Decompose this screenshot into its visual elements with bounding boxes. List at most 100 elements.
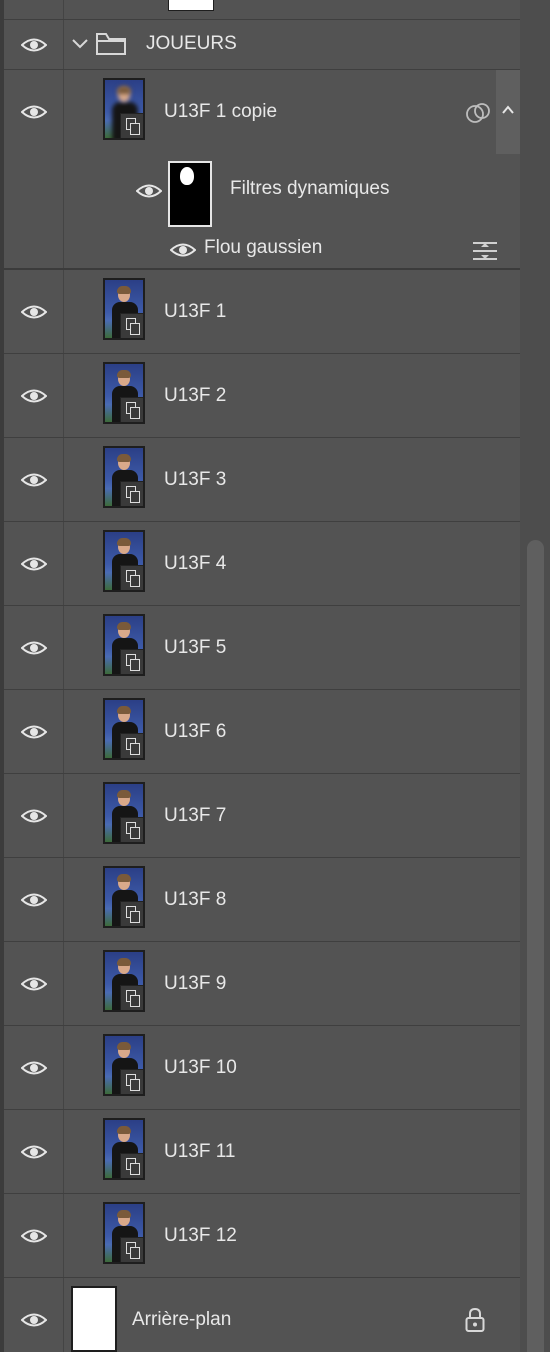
eye-icon[interactable] bbox=[21, 892, 47, 908]
visibility-column bbox=[4, 354, 64, 437]
filter-mask-thumbnail[interactable] bbox=[168, 161, 212, 227]
eye-icon[interactable] bbox=[21, 1144, 47, 1160]
eye-icon[interactable] bbox=[170, 242, 196, 258]
layer-thumbnail bbox=[103, 614, 145, 676]
smart-object-icon bbox=[120, 1237, 143, 1262]
eye-icon[interactable] bbox=[21, 556, 47, 572]
visibility-column bbox=[4, 522, 64, 605]
smart-object-icon bbox=[120, 313, 143, 338]
layer-thumbnail bbox=[103, 446, 145, 508]
visibility-column bbox=[4, 70, 64, 268]
layer-name: U13F 3 bbox=[164, 469, 227, 490]
visibility-column bbox=[4, 858, 64, 941]
visibility-column bbox=[4, 942, 64, 1025]
layer-row[interactable]: U13F 6 bbox=[4, 690, 520, 774]
layer-thumbnail bbox=[103, 1118, 145, 1180]
filter-name[interactable]: Flou gaussien bbox=[204, 237, 322, 259]
layer-thumbnail-partial bbox=[168, 0, 214, 11]
layers-panel: JOUEURS U13F 1 copie Filtres dynamiques … bbox=[0, 0, 520, 1352]
layer-name: U13F 8 bbox=[164, 889, 227, 910]
eye-icon[interactable] bbox=[21, 1060, 47, 1076]
eye-icon[interactable] bbox=[21, 104, 47, 120]
lock-icon[interactable] bbox=[465, 1308, 485, 1332]
filter-blending-options-icon[interactable] bbox=[472, 240, 498, 262]
smart-object-icon bbox=[120, 1153, 143, 1178]
layer-row-background[interactable]: Arrière-plan bbox=[4, 1278, 520, 1352]
visibility-column bbox=[4, 1194, 64, 1277]
visibility-column bbox=[4, 774, 64, 857]
layer-row[interactable]: U13F 8 bbox=[4, 858, 520, 942]
chevron-down-icon[interactable] bbox=[70, 36, 90, 52]
eye-icon[interactable] bbox=[21, 37, 47, 53]
layer-row[interactable]: U13F 9 bbox=[4, 942, 520, 1026]
visibility-column bbox=[4, 1278, 64, 1352]
eye-icon[interactable] bbox=[136, 183, 162, 199]
layer-row-smart-copy[interactable]: U13F 1 copie Filtres dynamiques Flou gau… bbox=[4, 70, 520, 270]
visibility-column bbox=[4, 606, 64, 689]
layer-name: U13F 12 bbox=[164, 1225, 237, 1246]
layer-row[interactable]: U13F 12 bbox=[4, 1194, 520, 1278]
layer-name: U13F 10 bbox=[164, 1057, 237, 1078]
eye-icon[interactable] bbox=[21, 304, 47, 320]
linked-circles-icon[interactable] bbox=[466, 102, 492, 124]
smart-object-icon bbox=[120, 733, 143, 758]
layer-row[interactable]: U13F 10 bbox=[4, 1026, 520, 1110]
scrollbar-thumb[interactable] bbox=[527, 540, 544, 1352]
smart-object-icon bbox=[120, 397, 143, 422]
folder-icon bbox=[96, 33, 126, 55]
visibility-column bbox=[4, 20, 64, 69]
visibility-column bbox=[4, 438, 64, 521]
layer-name: U13F 4 bbox=[164, 553, 227, 574]
eye-icon[interactable] bbox=[21, 640, 47, 656]
chevron-up-icon[interactable] bbox=[501, 104, 515, 116]
eye-icon[interactable] bbox=[21, 388, 47, 404]
smart-object-icon bbox=[120, 901, 143, 926]
smart-filters-label: Filtres dynamiques bbox=[230, 178, 390, 199]
eye-icon[interactable] bbox=[21, 1228, 47, 1244]
layer-row[interactable]: U13F 7 bbox=[4, 774, 520, 858]
visibility-column bbox=[4, 690, 64, 773]
layer-name: U13F 9 bbox=[164, 973, 227, 994]
visibility-column bbox=[4, 0, 64, 19]
effects-toggle[interactable] bbox=[496, 70, 520, 154]
visibility-column bbox=[4, 270, 64, 353]
eye-icon[interactable] bbox=[21, 1312, 47, 1328]
layer-name: U13F 5 bbox=[164, 637, 227, 658]
layer-thumbnail bbox=[103, 78, 145, 140]
layer-name: U13F 11 bbox=[164, 1141, 236, 1162]
smart-object-icon bbox=[120, 1069, 143, 1094]
layer-thumbnail bbox=[103, 782, 145, 844]
layer-row[interactable]: U13F 2 bbox=[4, 354, 520, 438]
smart-object-icon bbox=[120, 565, 143, 590]
layer-thumbnail bbox=[103, 866, 145, 928]
layer-name: U13F 1 copie bbox=[164, 101, 278, 122]
smart-object-icon bbox=[120, 481, 143, 506]
eye-icon[interactable] bbox=[21, 724, 47, 740]
visibility-column bbox=[4, 1110, 64, 1193]
layer-name: U13F 6 bbox=[164, 721, 227, 742]
group-row-joueurs[interactable]: JOUEURS bbox=[4, 20, 520, 70]
layer-thumbnail bbox=[103, 530, 145, 592]
layer-name: U13F 7 bbox=[164, 805, 227, 826]
layer-row[interactable]: U13F 5 bbox=[4, 606, 520, 690]
layer-row[interactable]: U13F 4 bbox=[4, 522, 520, 606]
group-name: JOUEURS bbox=[146, 33, 237, 54]
layer-name: Arrière-plan bbox=[132, 1309, 232, 1330]
layer-row[interactable]: U13F 3 bbox=[4, 438, 520, 522]
layer-thumbnail bbox=[103, 362, 145, 424]
layer-row[interactable]: U13F 11 bbox=[4, 1110, 520, 1194]
layer-row-partial[interactable] bbox=[4, 0, 520, 20]
smart-object-icon bbox=[120, 113, 143, 138]
smart-object-icon bbox=[120, 985, 143, 1010]
background-thumbnail bbox=[71, 1286, 117, 1352]
eye-icon[interactable] bbox=[21, 976, 47, 992]
eye-icon[interactable] bbox=[21, 808, 47, 824]
layer-thumbnail bbox=[103, 1202, 145, 1264]
layer-thumbnail bbox=[103, 950, 145, 1012]
layer-row[interactable]: U13F 1 bbox=[4, 270, 520, 354]
eye-icon[interactable] bbox=[21, 472, 47, 488]
smart-object-icon bbox=[120, 649, 143, 674]
layer-thumbnail bbox=[103, 1034, 145, 1096]
layer-thumbnail bbox=[103, 278, 145, 340]
layer-name: U13F 2 bbox=[164, 385, 227, 406]
